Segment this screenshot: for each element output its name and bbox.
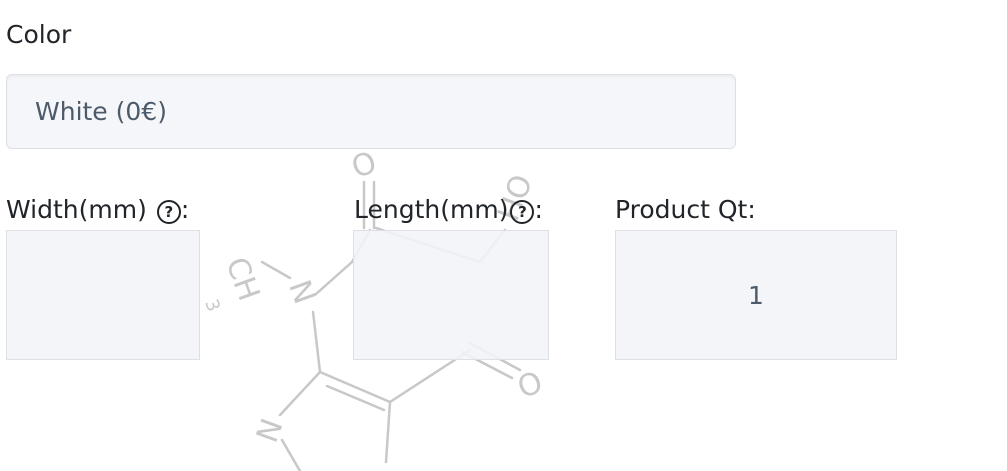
watermark-atom-n-bottom: N (247, 413, 288, 446)
question-circle-icon[interactable]: ? (156, 200, 181, 224)
quantity-label: Product Qt: (615, 195, 756, 224)
color-select[interactable]: White (0€) (6, 74, 736, 149)
watermark-atom-n-middle: N (281, 276, 322, 309)
width-label-colon: : (180, 195, 190, 224)
product-options-form: O CH 3 OH N N O Color White (0€) Width(m… (0, 0, 1007, 471)
question-circle-icon[interactable]: ? (510, 200, 535, 224)
watermark-atom-o-right: O (513, 365, 547, 406)
color-label: Color (6, 20, 72, 49)
length-label-group: Length(mm)?: (354, 195, 543, 225)
length-input[interactable] (353, 230, 549, 360)
color-select-value: White (0€) (35, 97, 167, 126)
watermark-atom-o-top: O (347, 145, 381, 186)
length-label-colon: : (534, 195, 543, 224)
watermark-atom-ch3-sub: 3 (200, 297, 224, 315)
width-label-group: Width(mm) ?: (6, 195, 189, 225)
length-label: Length(mm) (354, 195, 509, 224)
width-input[interactable] (6, 230, 200, 360)
watermark-atom-ch3: CH (218, 253, 266, 306)
quantity-input[interactable] (615, 230, 897, 360)
width-label: Width(mm) (6, 195, 147, 224)
